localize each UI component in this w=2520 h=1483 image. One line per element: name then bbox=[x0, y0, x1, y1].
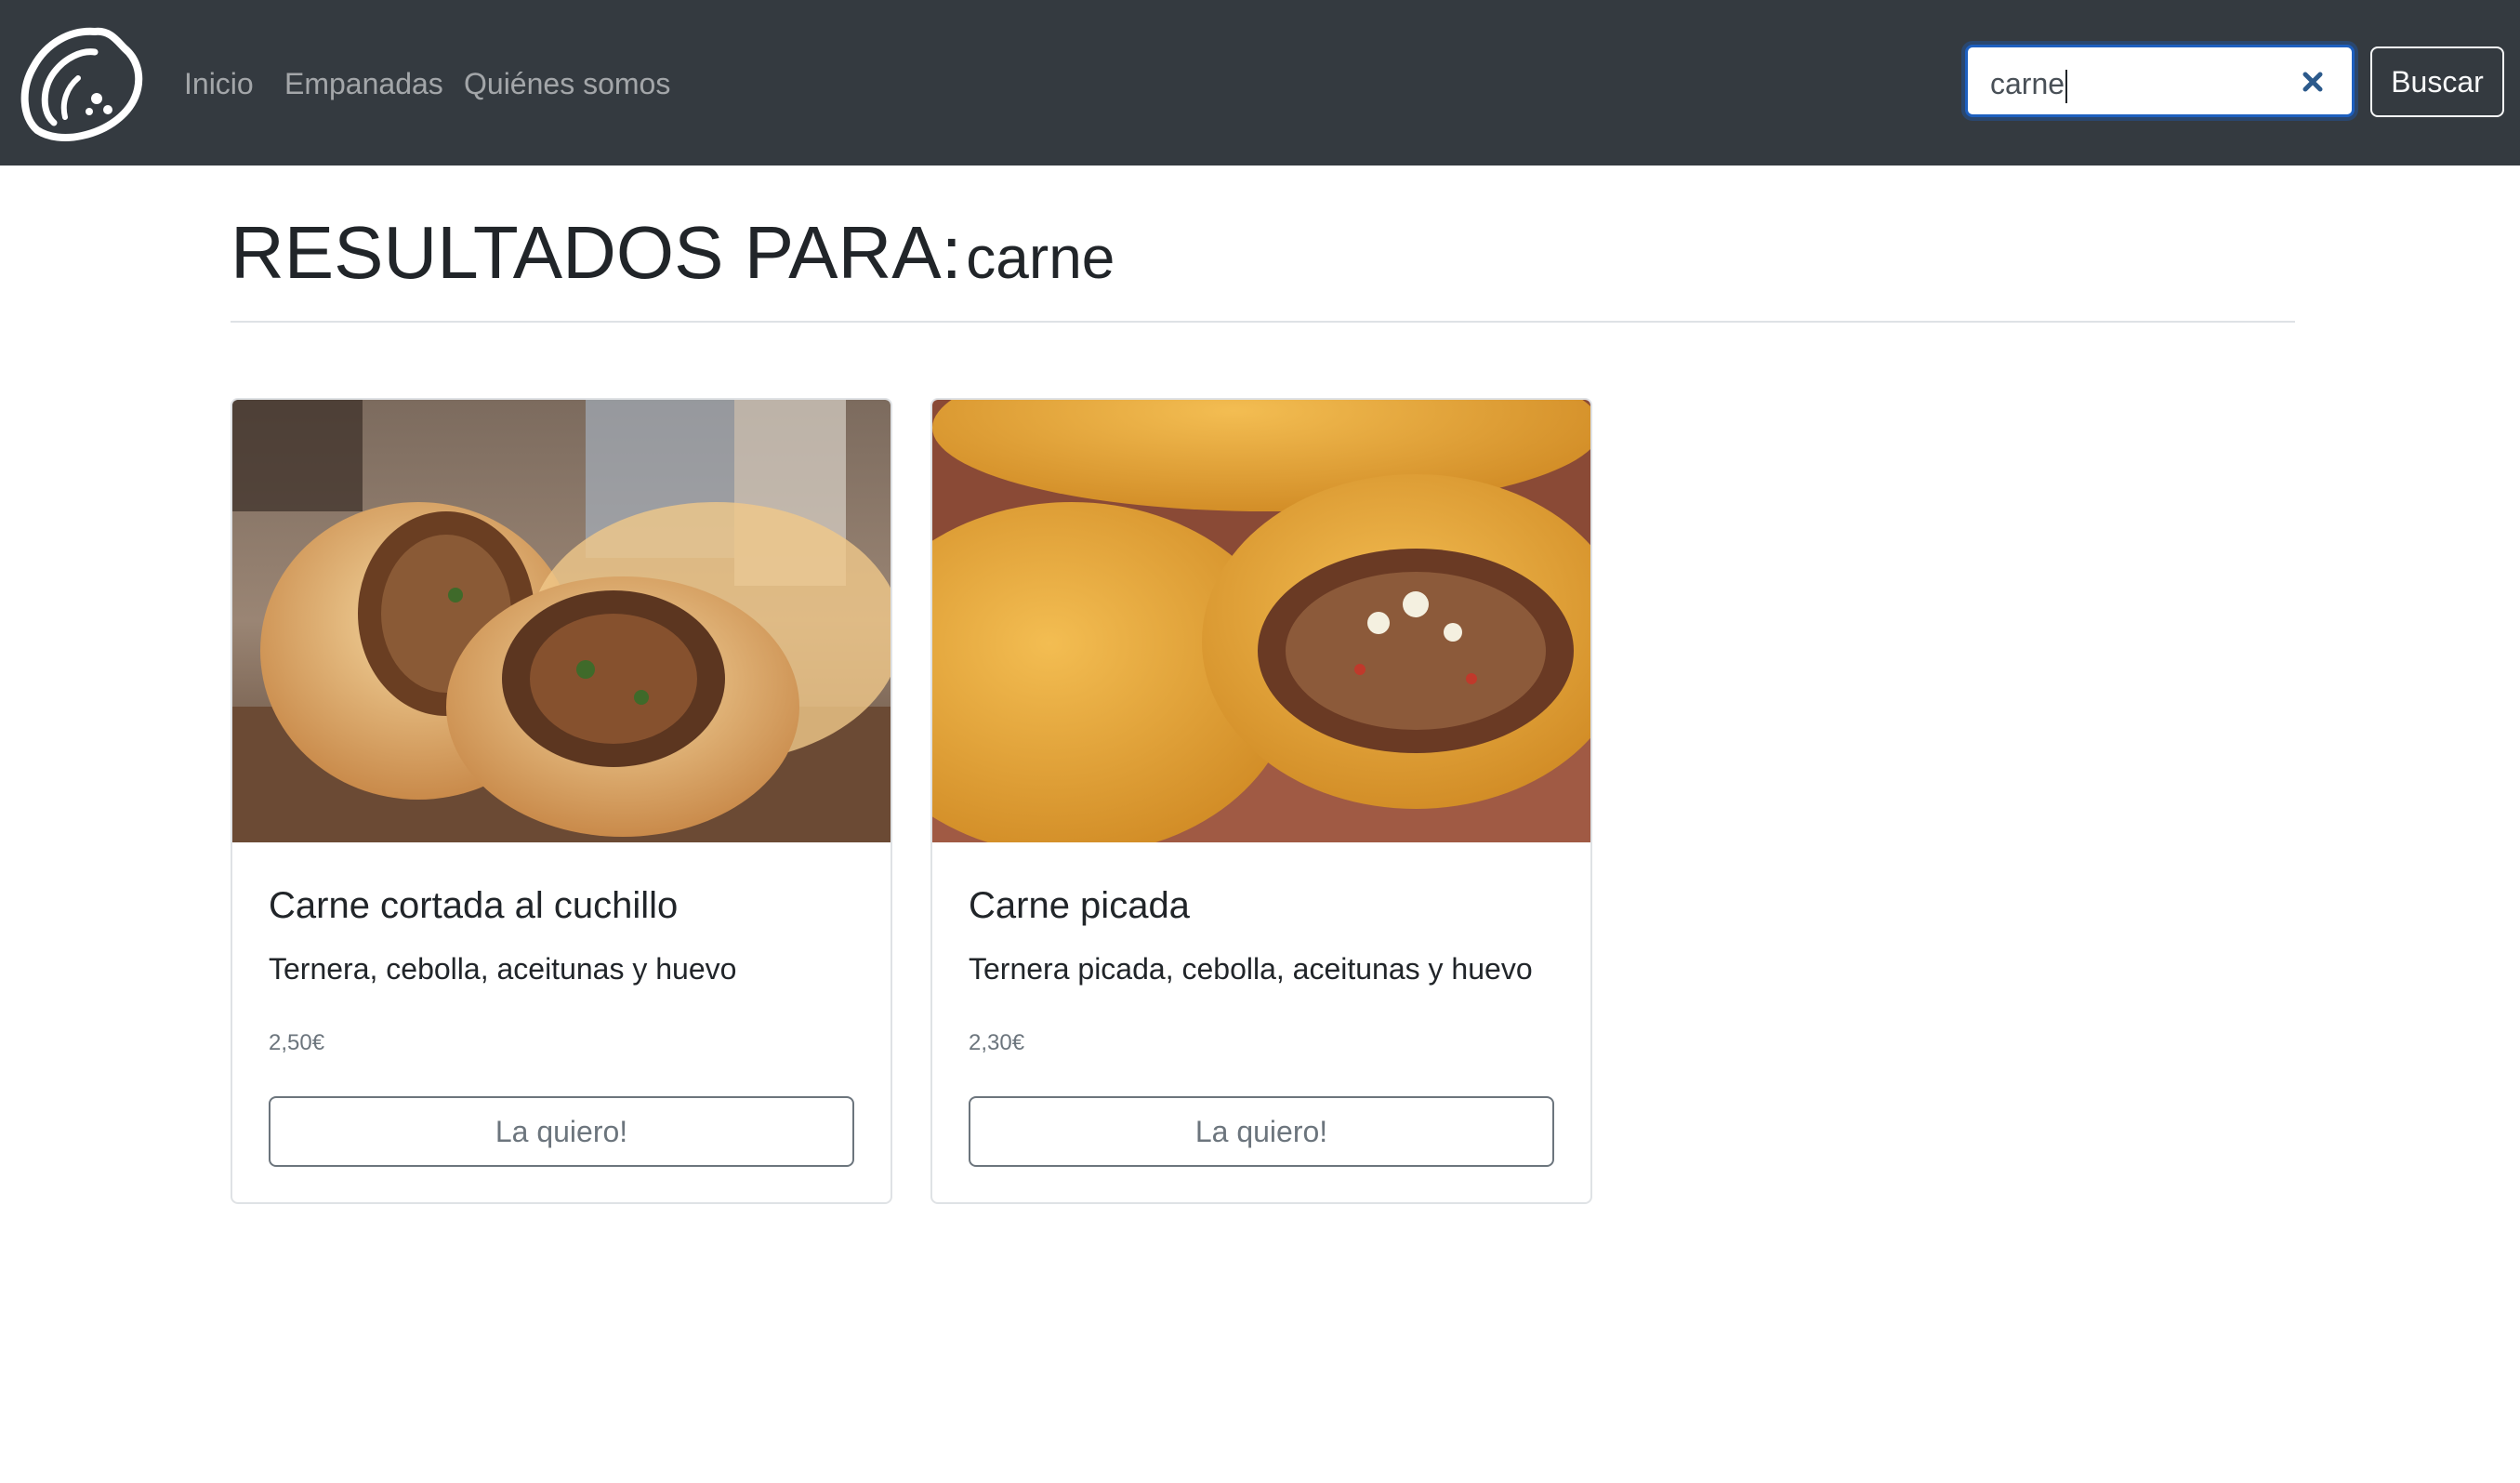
empanada-logo-icon[interactable] bbox=[17, 20, 143, 143]
product-price: 2,50€ bbox=[269, 1030, 325, 1055]
product-image-empanada-picada bbox=[932, 400, 1590, 842]
product-image-empanada-cortada bbox=[232, 400, 891, 842]
results-label: RESULTADOS PARA: bbox=[231, 211, 962, 294]
results-search-term: carne bbox=[966, 224, 1115, 291]
page-title: RESULTADOS PARA: carne bbox=[231, 206, 1115, 321]
product-card: Carne picada Ternera picada, cebolla, ac… bbox=[930, 398, 1592, 1204]
la-quiero-button[interactable]: La quiero! bbox=[969, 1096, 1554, 1167]
top-navbar: Inicio Empanadas Quiénes somos carne Bus… bbox=[0, 0, 2520, 166]
search-input-value: carne bbox=[1990, 67, 2065, 100]
la-quiero-button[interactable]: La quiero! bbox=[269, 1096, 854, 1167]
nav-link-inicio[interactable]: Inicio bbox=[184, 63, 254, 104]
nav-link-quienes-somos[interactable]: Quiénes somos bbox=[464, 63, 670, 104]
product-title: Carne cortada al cuchillo bbox=[269, 885, 679, 926]
product-price: 2,30€ bbox=[969, 1030, 1025, 1055]
product-card: Carne cortada al cuchillo Ternera, cebol… bbox=[231, 398, 892, 1204]
text-caret bbox=[2065, 69, 2068, 103]
product-description: Ternera, cebolla, aceitunas y huevo bbox=[269, 952, 737, 986]
product-description: Ternera picada, cebolla, aceitunas y hue… bbox=[969, 952, 1533, 986]
nav-link-empanadas[interactable]: Empanadas bbox=[284, 63, 443, 104]
search-input[interactable]: carne bbox=[1965, 45, 2355, 117]
search-button[interactable]: Buscar bbox=[2370, 46, 2504, 117]
close-x-icon[interactable] bbox=[2298, 67, 2328, 97]
heading-divider bbox=[231, 321, 2295, 323]
product-title: Carne picada bbox=[969, 885, 1190, 926]
